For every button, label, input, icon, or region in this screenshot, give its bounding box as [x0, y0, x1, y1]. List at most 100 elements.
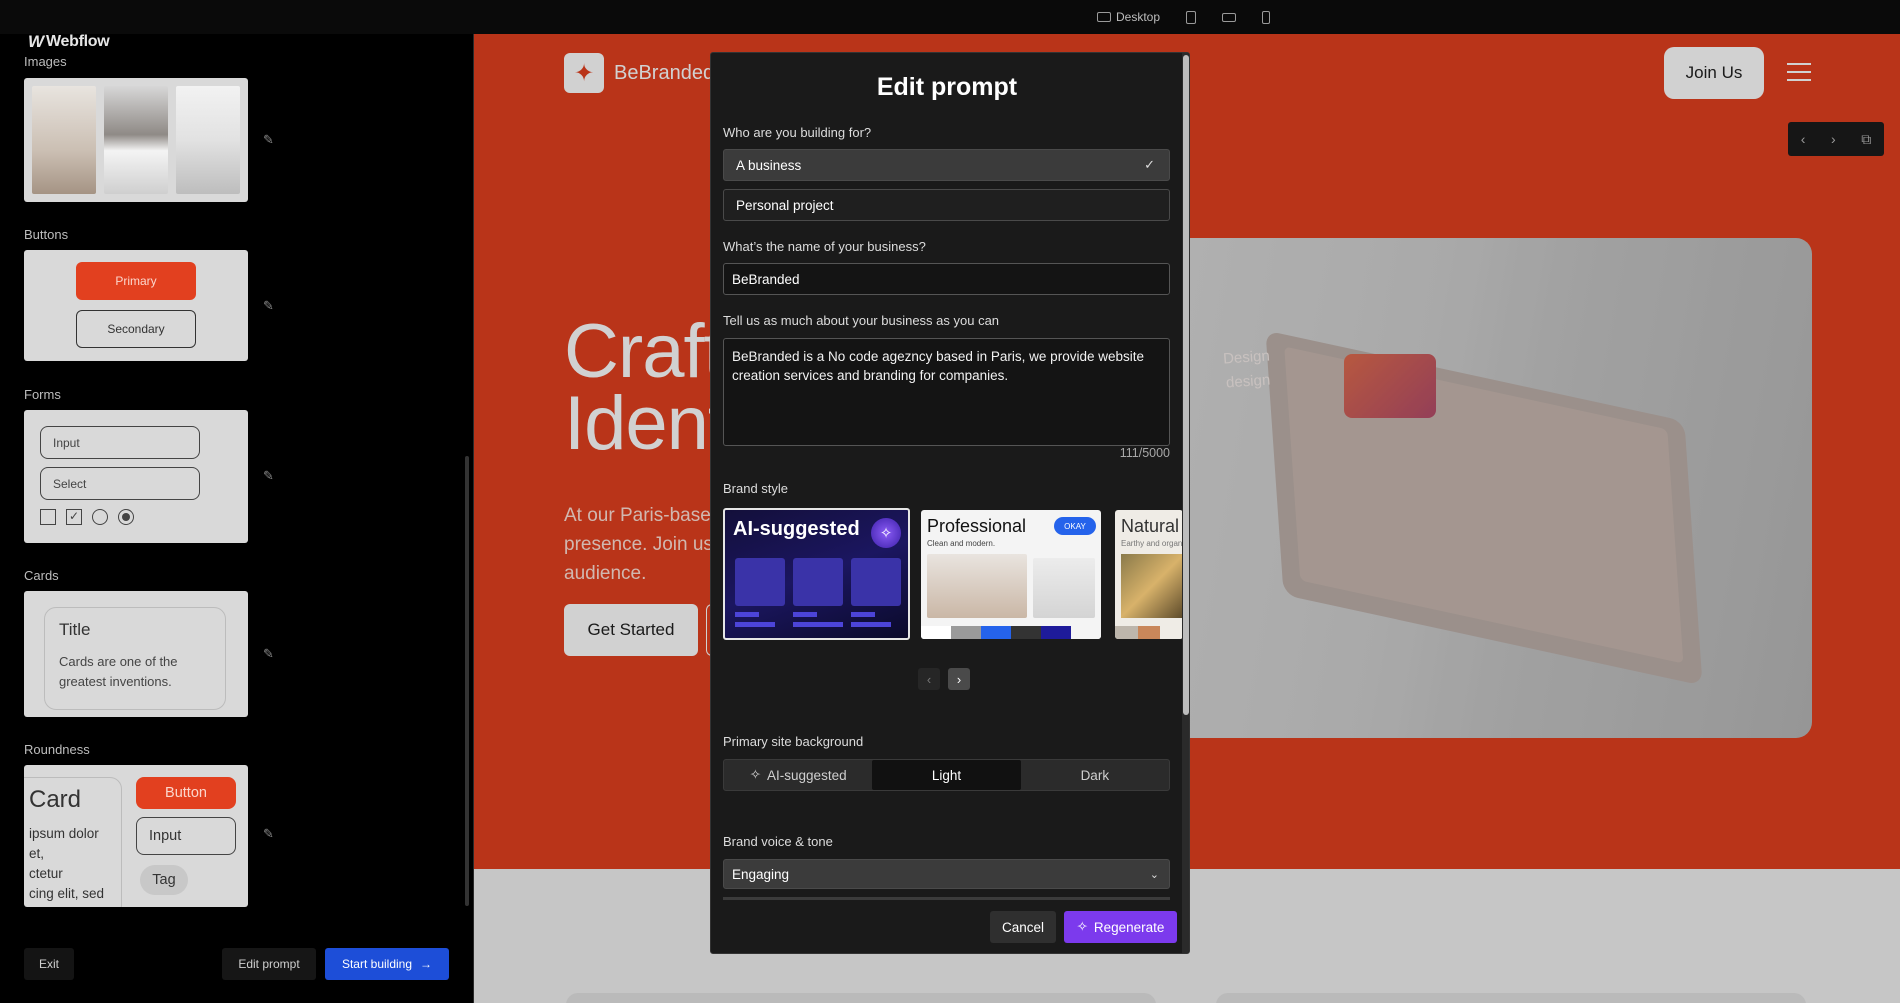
- chevron-down-icon: ⌄: [1149, 868, 1159, 881]
- professional-desk-image: [1033, 558, 1095, 618]
- secondary-button-sample: Secondary: [76, 310, 196, 348]
- checkmark-icon: ✓: [1144, 157, 1155, 172]
- arrow-right-icon: →: [420, 957, 433, 971]
- buttons-preview-card[interactable]: Primary Secondary: [24, 250, 248, 361]
- checkbox-checked-icon: ✓: [66, 509, 82, 525]
- brand-style-title: Professional: [927, 516, 1027, 536]
- style-guide-panel: W Webflow Images ✎ Buttons Primary Secon…: [0, 0, 474, 1003]
- card-sample-title: Title: [59, 620, 91, 639]
- brand-style-natural[interactable]: Natural Earthy and organic: [1115, 510, 1183, 639]
- brand-style-professional[interactable]: Professional Clean and modern. OKAY: [921, 510, 1101, 639]
- section-label-forms: Forms: [24, 387, 61, 402]
- chevron-right-icon: ›: [956, 671, 962, 687]
- mobile-landscape-icon[interactable]: [1222, 12, 1237, 22]
- roundness-card-sample: Card ipsum dolor et, ctetur cing elit, s…: [24, 777, 122, 907]
- cancel-button[interactable]: Cancel: [990, 911, 1056, 943]
- start-building-button[interactable]: Start building →: [325, 948, 449, 980]
- roundness-card-line: cing elit, sed: [29, 886, 105, 901]
- tablet-icon[interactable]: [1186, 10, 1197, 24]
- background-option-label: AI-suggested: [767, 767, 847, 783]
- roundness-card-title: Card: [29, 786, 82, 813]
- webflow-logo-icon: W: [28, 32, 44, 51]
- top-toolbar: Desktop: [0, 0, 1900, 34]
- background-option-dark[interactable]: Dark: [1021, 760, 1169, 790]
- brand-style-badge: OKAY: [1054, 517, 1096, 535]
- audience-option-label: Personal project: [736, 197, 834, 213]
- dialog-title: Edit prompt: [876, 73, 1018, 101]
- brand-style-subtitle: Earthy and organic: [1121, 539, 1183, 548]
- sparkle-icon: ✧: [749, 767, 762, 782]
- styles-next-button[interactable]: ›: [948, 668, 970, 690]
- mobile-portrait-icon[interactable]: [1262, 10, 1271, 24]
- background-label: Primary site background: [723, 734, 864, 749]
- start-building-label: Start building: [341, 957, 413, 971]
- section-label-cards: Cards: [24, 568, 59, 583]
- radio-empty-sample: [92, 509, 108, 525]
- exit-button[interactable]: Exit: [24, 948, 74, 980]
- audience-option-business[interactable]: A business ✓: [723, 149, 1170, 181]
- roundness-tag-sample: Tag: [140, 865, 188, 895]
- app-brand-name: Webflow: [46, 33, 110, 50]
- pencil-icon[interactable]: ✎: [263, 298, 274, 314]
- brand-voice-select[interactable]: Engaging ⌄: [723, 859, 1170, 889]
- edit-prompt-button[interactable]: Edit prompt: [222, 948, 316, 980]
- character-count: 111/5000: [1119, 446, 1170, 460]
- checkbox-empty-sample: [40, 509, 56, 525]
- roundness-button-sample: Button: [136, 777, 236, 809]
- image-thumbnail-clothing: [32, 86, 96, 194]
- regenerate-button[interactable]: ✧ Regenerate: [1064, 911, 1177, 943]
- roundness-card-line: ctetur: [29, 866, 63, 881]
- styles-prev-button[interactable]: ‹: [918, 668, 940, 690]
- image-thumbnail-portrait: [104, 86, 168, 194]
- regenerate-label: Regenerate: [1093, 919, 1165, 935]
- natural-interior-image: [1121, 554, 1183, 618]
- next-field-edge: [723, 897, 1170, 900]
- question-about-label: Tell us as much about your business as y…: [723, 313, 1000, 328]
- audience-option-label: A business: [736, 157, 802, 173]
- device-desktop-label: Desktop: [1116, 10, 1161, 24]
- roundness-preview-card[interactable]: Card ipsum dolor et, ctetur cing elit, s…: [24, 765, 248, 907]
- pencil-icon[interactable]: ✎: [263, 468, 274, 484]
- images-preview-card[interactable]: [24, 78, 248, 202]
- edit-prompt-dialog: Edit prompt Who are you building for? A …: [710, 52, 1190, 954]
- sparkle-icon: ✧: [871, 518, 901, 548]
- image-thumbnail-interior: [176, 86, 240, 194]
- pencil-icon[interactable]: ✎: [263, 646, 274, 662]
- forms-preview-card[interactable]: Input Select ✓: [24, 410, 248, 543]
- card-sample-body: Cards are one of the greatest inventions…: [59, 654, 178, 689]
- question-name-label: What’s the name of your business?: [723, 239, 926, 254]
- brand-style-title: Natural: [1121, 516, 1180, 536]
- radio-selected-sample: [118, 509, 134, 525]
- section-label-buttons: Buttons: [24, 227, 69, 242]
- sparkle-icon: ✧: [1076, 919, 1088, 934]
- roundness-card-line: ipsum dolor: [29, 826, 99, 841]
- cards-preview-card[interactable]: Title Cards are one of the greatest inve…: [24, 591, 248, 717]
- panel-scrollbar[interactable]: [465, 456, 469, 906]
- brand-voice-value: Engaging: [732, 866, 790, 882]
- roundness-input-sample: Input: [136, 817, 236, 855]
- section-label-images: Images: [24, 54, 67, 69]
- business-description-textarea[interactable]: BeBranded is a No code ageznсy based in …: [723, 338, 1170, 446]
- pencil-icon[interactable]: ✎: [263, 132, 274, 148]
- chevron-left-icon: ‹: [926, 671, 932, 687]
- professional-portrait-image: [927, 554, 1027, 618]
- roundness-card-line: et,: [29, 846, 45, 861]
- background-option-ai[interactable]: ✧ AI-suggested: [724, 760, 872, 790]
- pencil-icon[interactable]: ✎: [263, 826, 274, 842]
- background-segmented-control: ✧ AI-suggested Light Dark: [723, 759, 1170, 791]
- brand-voice-label: Brand voice & tone: [723, 834, 833, 849]
- business-name-input[interactable]: BeBranded: [723, 263, 1170, 295]
- dialog-scrollbar-thumb[interactable]: [1183, 55, 1189, 715]
- input-sample: Input: [40, 426, 200, 459]
- device-desktop-button[interactable]: Desktop: [1097, 10, 1160, 24]
- background-option-light[interactable]: Light: [872, 760, 1021, 790]
- brand-style-label: Brand style: [723, 481, 789, 496]
- brand-style-title: AI-suggested: [733, 518, 860, 540]
- question-audience-label: Who are you building for?: [723, 125, 872, 140]
- desktop-icon: [1097, 12, 1111, 22]
- select-sample: Select: [40, 467, 200, 500]
- webflow-logo: W Webflow: [28, 32, 110, 52]
- brand-style-ai-suggested[interactable]: AI-suggested ✧: [723, 508, 910, 640]
- brand-style-subtitle: Clean and modern.: [927, 539, 996, 548]
- audience-option-personal[interactable]: Personal project: [723, 189, 1170, 221]
